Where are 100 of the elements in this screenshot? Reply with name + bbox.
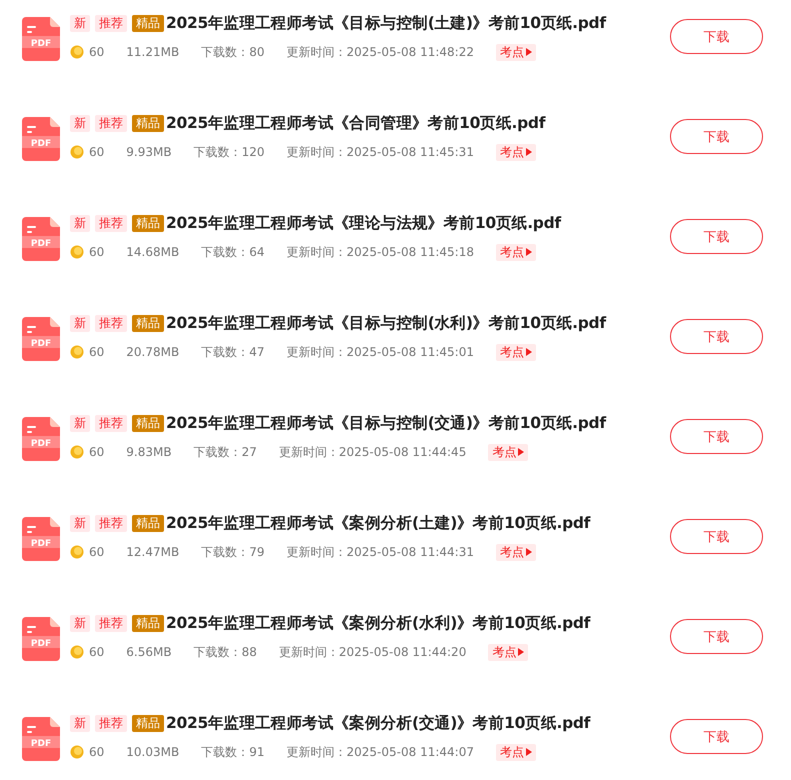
badge: 新 bbox=[70, 114, 90, 132]
topic-tag[interactable]: 考点 bbox=[496, 244, 536, 260]
badge: 新 bbox=[70, 614, 90, 632]
play-triangle-icon bbox=[518, 648, 524, 656]
coin-count: 60 bbox=[89, 145, 104, 159]
pdf-file-icon: PDF bbox=[22, 417, 60, 461]
play-triangle-icon bbox=[526, 548, 532, 556]
file-title[interactable]: 2025年监理工程师考试《理论与法规》考前10页纸.pdf bbox=[166, 212, 561, 234]
file-size: 14.68MB bbox=[126, 245, 180, 259]
play-triangle-icon bbox=[526, 248, 532, 256]
download-count: 下载数：47 bbox=[201, 344, 265, 360]
file-title[interactable]: 2025年监理工程师考试《合同管理》考前10页纸.pdf bbox=[166, 112, 546, 134]
download-count: 下载数：120 bbox=[194, 144, 264, 160]
badge: 新 bbox=[70, 214, 90, 232]
pdf-file-icon: PDF bbox=[22, 117, 60, 161]
coin-icon bbox=[70, 545, 84, 559]
badge: 新 bbox=[70, 314, 90, 332]
topic-tag[interactable]: 考点 bbox=[496, 44, 536, 60]
play-triangle-icon bbox=[526, 48, 532, 56]
coin-count: 60 bbox=[89, 345, 104, 359]
coin-count: 60 bbox=[89, 45, 104, 59]
pdf-file-icon: PDF bbox=[22, 217, 60, 261]
badge: 精品 bbox=[132, 314, 164, 332]
update-time: 更新时间：2025-05-08 11:44:20 bbox=[278, 644, 466, 660]
badge: 推荐 bbox=[95, 614, 127, 632]
coin-count: 60 bbox=[89, 445, 104, 459]
pdf-file-icon: PDF bbox=[22, 717, 60, 761]
update-time: 更新时间：2025-05-08 11:45:01 bbox=[286, 344, 474, 360]
badge: 推荐 bbox=[95, 314, 127, 332]
download-count: 下载数：79 bbox=[201, 544, 265, 560]
download-count: 下载数：80 bbox=[201, 44, 265, 60]
play-triangle-icon bbox=[526, 748, 532, 756]
coin-icon bbox=[70, 445, 84, 459]
download-button[interactable]: 下载 bbox=[670, 19, 763, 54]
coin-icon bbox=[70, 45, 84, 59]
topic-tag[interactable]: 考点 bbox=[496, 744, 536, 760]
topic-tag[interactable]: 考点 bbox=[496, 544, 536, 560]
download-count: 下载数：64 bbox=[201, 244, 265, 260]
file-size: 6.56MB bbox=[126, 645, 172, 659]
coin-count: 60 bbox=[89, 645, 104, 659]
file-title[interactable]: 2025年监理工程师考试《目标与控制(交通)》考前10页纸.pdf bbox=[166, 412, 606, 434]
download-count: 下载数：91 bbox=[201, 744, 265, 760]
coin-icon bbox=[70, 145, 84, 159]
topic-tag[interactable]: 考点 bbox=[496, 144, 536, 160]
update-time: 更新时间：2025-05-08 11:44:31 bbox=[286, 544, 474, 560]
badge: 新 bbox=[70, 414, 90, 432]
badge: 推荐 bbox=[95, 214, 127, 232]
pdf-file-icon: PDF bbox=[22, 517, 60, 561]
topic-tag[interactable]: 考点 bbox=[488, 644, 528, 660]
badge: 推荐 bbox=[95, 714, 127, 732]
download-button[interactable]: 下载 bbox=[670, 219, 763, 254]
play-triangle-icon bbox=[526, 348, 532, 356]
download-button[interactable]: 下载 bbox=[670, 119, 763, 154]
download-button[interactable]: 下载 bbox=[670, 719, 763, 754]
coin-count: 60 bbox=[89, 545, 104, 559]
download-button[interactable]: 下载 bbox=[670, 319, 763, 354]
file-title[interactable]: 2025年监理工程师考试《目标与控制(土建)》考前10页纸.pdf bbox=[166, 12, 606, 34]
file-title[interactable]: 2025年监理工程师考试《目标与控制(水利)》考前10页纸.pdf bbox=[166, 312, 606, 334]
badge: 精品 bbox=[132, 14, 164, 32]
badge: 精品 bbox=[132, 114, 164, 132]
pdf-file-icon: PDF bbox=[22, 317, 60, 361]
coin-count: 60 bbox=[89, 245, 104, 259]
file-title[interactable]: 2025年监理工程师考试《案例分析(水利)》考前10页纸.pdf bbox=[166, 612, 590, 634]
update-time: 更新时间：2025-05-08 11:45:18 bbox=[286, 244, 474, 260]
download-button[interactable]: 下载 bbox=[670, 619, 763, 654]
coin-icon bbox=[70, 245, 84, 259]
badge: 新 bbox=[70, 714, 90, 732]
badge: 精品 bbox=[132, 514, 164, 532]
badge: 推荐 bbox=[95, 414, 127, 432]
coin-icon bbox=[70, 645, 84, 659]
file-title[interactable]: 2025年监理工程师考试《案例分析(交通)》考前10页纸.pdf bbox=[166, 712, 590, 734]
download-button[interactable]: 下载 bbox=[670, 519, 763, 554]
file-size: 10.03MB bbox=[126, 745, 180, 759]
topic-tag[interactable]: 考点 bbox=[496, 344, 536, 360]
badge: 新 bbox=[70, 514, 90, 532]
badge: 精品 bbox=[132, 614, 164, 632]
download-count: 下载数：27 bbox=[194, 444, 257, 460]
update-time: 更新时间：2025-05-08 11:44:07 bbox=[286, 744, 474, 760]
badge: 新 bbox=[70, 14, 90, 32]
file-size: 9.93MB bbox=[126, 145, 172, 159]
update-time: 更新时间：2025-05-08 11:48:22 bbox=[286, 44, 474, 60]
play-triangle-icon bbox=[518, 448, 524, 456]
coin-icon bbox=[70, 345, 84, 359]
badge: 精品 bbox=[132, 414, 164, 432]
pdf-file-icon: PDF bbox=[22, 617, 60, 661]
file-size: 11.21MB bbox=[126, 45, 180, 59]
badge: 推荐 bbox=[95, 14, 127, 32]
file-size: 12.47MB bbox=[126, 545, 180, 559]
update-time: 更新时间：2025-05-08 11:45:31 bbox=[286, 144, 474, 160]
badge: 推荐 bbox=[95, 514, 127, 532]
badge: 精品 bbox=[132, 214, 164, 232]
file-title[interactable]: 2025年监理工程师考试《案例分析(土建)》考前10页纸.pdf bbox=[166, 512, 590, 534]
badge: 推荐 bbox=[95, 114, 127, 132]
topic-tag[interactable]: 考点 bbox=[488, 444, 528, 460]
download-button[interactable]: 下载 bbox=[670, 419, 763, 454]
coin-icon bbox=[70, 745, 84, 759]
play-triangle-icon bbox=[526, 148, 532, 156]
file-size: 9.83MB bbox=[126, 445, 172, 459]
update-time: 更新时间：2025-05-08 11:44:45 bbox=[278, 444, 466, 460]
file-size: 20.78MB bbox=[126, 345, 180, 359]
